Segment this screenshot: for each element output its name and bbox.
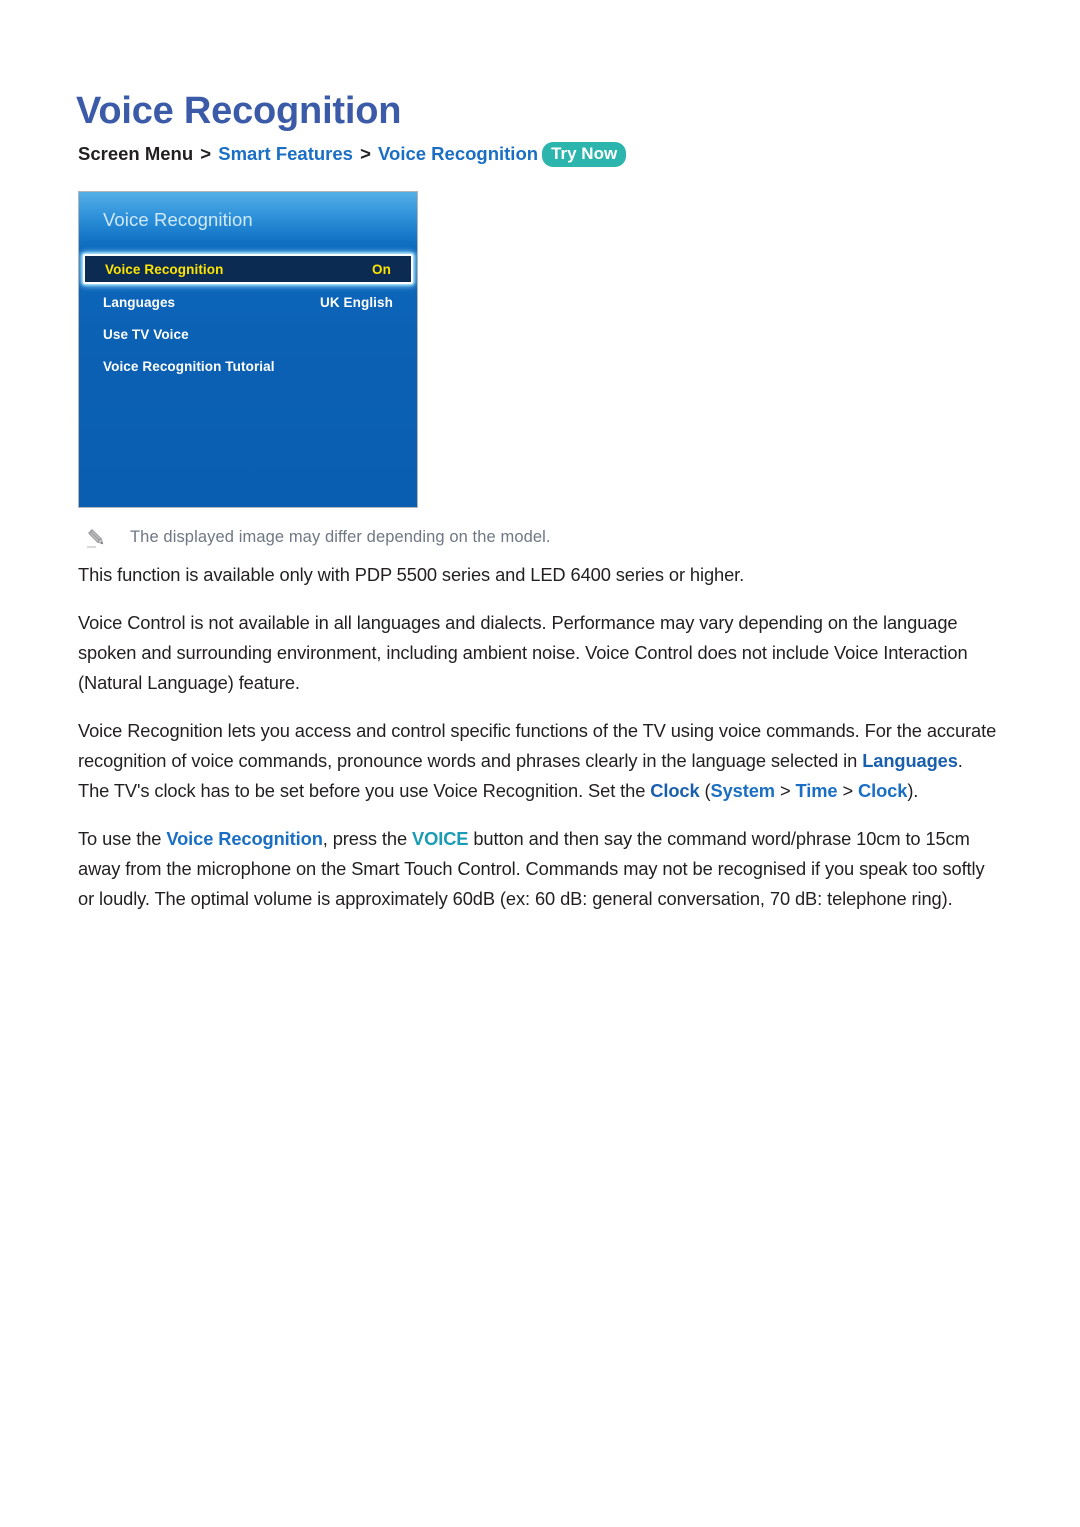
tv-menu-background: Voice Recognition Voice Recognition On L… <box>79 192 417 507</box>
link-voice-recognition[interactable]: Voice Recognition <box>166 828 323 849</box>
breadcrumb-root: Screen Menu <box>78 143 194 164</box>
tv-menu-header: Voice Recognition <box>79 192 417 252</box>
paragraph-text: To use the <box>78 828 167 849</box>
paragraph-voice-control-limits: Voice Control is not available in all la… <box>78 612 968 693</box>
page-title: Voice Recognition <box>76 90 402 133</box>
paragraph-text: ). <box>907 780 919 801</box>
breadcrumb-separator-2: > <box>360 143 371 164</box>
tv-menu-item-value: UK English <box>319 295 393 310</box>
tv-menu-rows: Voice Recognition On Languages UK Englis… <box>79 252 417 383</box>
note-text: The displayed image may differ depending… <box>130 528 551 546</box>
tv-menu-item-label: Voice Recognition <box>105 262 224 277</box>
try-now-badge[interactable]: Try Now <box>542 142 627 167</box>
pencil-icon <box>85 526 109 550</box>
paragraph-text: > <box>837 780 859 801</box>
tv-menu-item-use-tv-voice[interactable]: Use TV Voice <box>79 319 417 351</box>
link-system[interactable]: System <box>711 780 776 801</box>
tv-menu-item-voice-recognition-tutorial[interactable]: Voice Recognition Tutorial <box>79 351 417 383</box>
link-clock[interactable]: Clock <box>650 780 699 801</box>
paragraph-text: Voice Recognition lets you access and co… <box>78 720 997 771</box>
breadcrumb-item-voice-recognition[interactable]: Voice Recognition <box>378 143 538 164</box>
paragraph-text: ( <box>699 780 711 801</box>
paragraph-text: , press the <box>322 828 412 849</box>
tv-menu-header-title: Voice Recognition <box>103 209 253 230</box>
body-content: This function is available only with PDP… <box>78 560 998 932</box>
tv-menu-item-value: On <box>372 262 391 277</box>
note-line: The displayed image may differ depending… <box>85 526 985 552</box>
tv-menu-item-languages[interactable]: Languages UK English <box>79 287 417 319</box>
tv-menu-item-voice-recognition[interactable]: Voice Recognition On <box>83 254 413 284</box>
link-languages[interactable]: Languages <box>862 750 958 771</box>
tv-menu-screenshot: Voice Recognition Voice Recognition On L… <box>78 191 418 508</box>
paragraph-voice-button-usage: To use the Voice Recognition, press the … <box>78 824 998 914</box>
link-time[interactable]: Time <box>796 780 838 801</box>
tv-menu-item-label: Languages <box>103 295 176 310</box>
link-voice-button[interactable]: VOICE <box>412 828 468 849</box>
manual-page: Voice Recognition Screen Menu > Smart Fe… <box>0 0 1080 1527</box>
link-clock-path[interactable]: Clock <box>858 780 907 801</box>
paragraph-availability: This function is available only with PDP… <box>78 564 745 585</box>
breadcrumb-item-smart-features[interactable]: Smart Features <box>218 143 353 164</box>
tv-menu-item-label: Voice Recognition Tutorial <box>103 359 275 374</box>
paragraph-voice-recognition-usage: Voice Recognition lets you access and co… <box>78 716 998 806</box>
paragraph-text: > <box>774 780 796 801</box>
breadcrumb-separator-1: > <box>200 143 212 164</box>
tv-menu-item-label: Use TV Voice <box>103 327 189 342</box>
breadcrumb: Screen Menu > Smart Features > Voice Rec… <box>78 142 627 168</box>
